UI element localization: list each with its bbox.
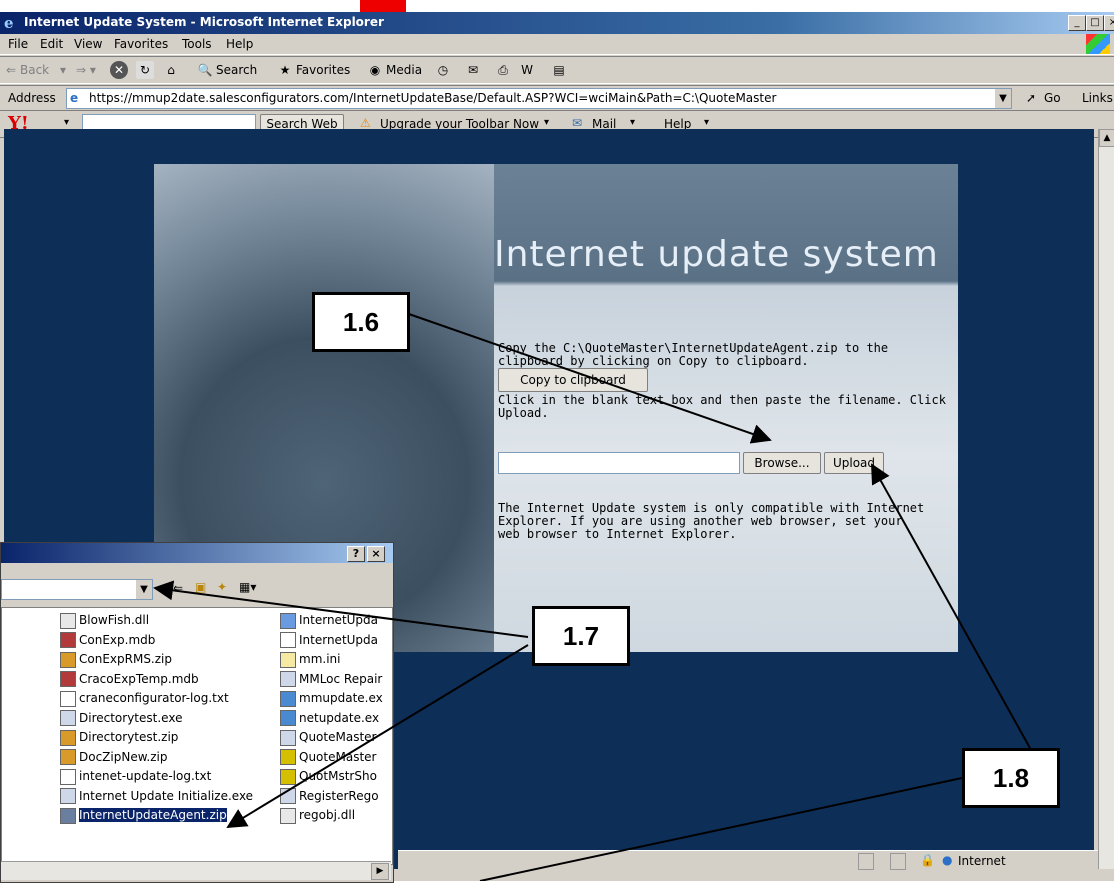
callout-1-6: 1.6 <box>312 292 410 352</box>
heading-fragment <box>360 0 406 12</box>
arrow-1-7-b <box>226 644 529 829</box>
arrow-1-7-a <box>153 580 529 638</box>
callout-1-8: 1.8 <box>962 748 1060 808</box>
annotation-arrows <box>153 312 1031 881</box>
arrow-1-8-b <box>479 777 963 881</box>
arrow-1-6 <box>405 312 772 444</box>
arrow-1-8-a <box>871 463 1031 749</box>
callout-1-7: 1.7 <box>532 606 630 666</box>
